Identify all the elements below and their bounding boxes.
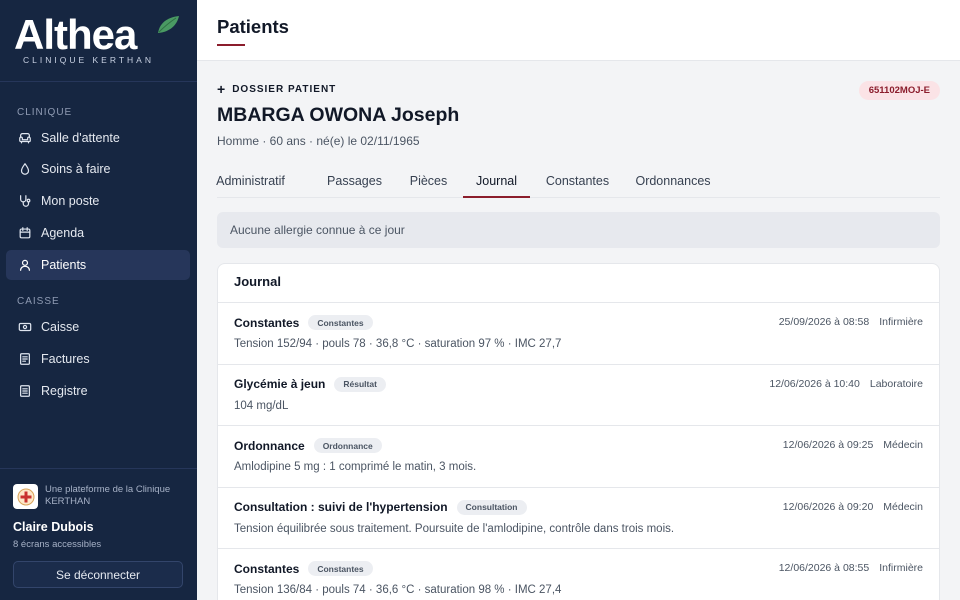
dossier-label-text: DOSSIER PATIENT — [232, 83, 337, 95]
journal-entry[interactable]: Ordonnance Ordonnance 12/06/2026 à 09:25 M… — [218, 426, 939, 488]
entry-date: 12/06/2026 à 09:20 — [782, 500, 874, 513]
title-underline — [217, 44, 245, 46]
tab-constantes[interactable]: Constantes — [542, 167, 613, 198]
entry-date: 25/09/2026 à 08:58 — [778, 316, 870, 328]
user-name: Claire Dubois — [13, 520, 94, 534]
armchair-icon — [19, 133, 31, 144]
tab-ordonnances[interactable]: Ordonnances — [633, 167, 713, 198]
allergy-banner: Aucune allergie connue à ce jour — [217, 212, 940, 248]
sidebar-item-label: Patients — [41, 258, 87, 272]
logout-button[interactable]: Se déconnecter — [13, 561, 183, 588]
sidebar: Althea CLINIQUE KERTHAN CLINIQUE Salle d… — [0, 0, 197, 600]
entry-title: Constantes — [234, 315, 300, 330]
leaf-icon — [158, 16, 179, 33]
stethoscope-icon — [20, 195, 31, 207]
sidebar-item-salle-attente[interactable]: Salle d'attente — [6, 123, 190, 153]
entry-title: Constantes — [234, 561, 300, 576]
receipt-icon — [20, 353, 30, 365]
entry-role: Médecin — [883, 439, 923, 451]
section-label-caisse: CAISSE — [17, 296, 60, 307]
sidebar-item-label: Registre — [41, 384, 88, 398]
calendar-icon — [19, 227, 31, 239]
sidebar-item-patients[interactable]: Patients — [6, 250, 190, 280]
page-title: Patients — [217, 16, 289, 37]
entry-title: Ordonnance — [234, 438, 305, 453]
journal-panel: Journal Constantes Constantes 25/09/2026 … — [217, 263, 940, 600]
platform-text: Une plateforme de la Clinique KERTHAN — [45, 484, 171, 507]
entry-text: 104 mg/dL — [234, 399, 289, 412]
banknote-icon — [18, 322, 32, 332]
entry-role: Laboratoire — [869, 377, 923, 390]
tab-administratif[interactable]: Administratif — [216, 167, 285, 198]
entry-badge: Consultation — [456, 499, 527, 515]
sidebar-item-agenda[interactable]: Agenda — [6, 218, 190, 248]
user-icon — [20, 259, 30, 271]
dossier-label: + DOSSIER PATIENT — [217, 81, 336, 97]
sidebar-item-label: Caisse — [41, 320, 80, 334]
entry-text: Tension 152/94 · pouls 78 · 36,8 °C · sa… — [234, 338, 562, 350]
tab-passages[interactable]: Passages — [317, 167, 392, 198]
patient-meta: Homme · 60 ans · né(e) le 02/11/1965 — [217, 134, 420, 148]
sidebar-item-soins[interactable]: Soins à faire — [6, 154, 190, 184]
journal-title: Journal — [234, 274, 281, 289]
entry-text: Amlodipine 5 mg : 1 comprimé le matin, 3… — [234, 461, 477, 473]
screens-count: 8 écrans accessibles — [13, 539, 102, 550]
sidebar-item-label: Agenda — [41, 226, 85, 240]
brand-logo[interactable]: Althea CLINIQUE KERTHAN — [0, 0, 197, 82]
sidebar-item-registre[interactable]: Registre — [6, 376, 190, 406]
patient-name: MBARGA OWONA Joseph — [217, 104, 460, 126]
brand-subtitle: CLINIQUE KERTHAN — [23, 55, 154, 65]
sidebar-footer: Une plateforme de la Clinique KERTHAN Cl… — [0, 468, 197, 600]
sidebar-item-mon-poste[interactable]: Mon poste — [6, 186, 190, 216]
entry-badge: Ordonnance — [313, 438, 382, 453]
entry-date: 12/06/2026 à 10:40 — [769, 377, 860, 390]
top-header: Patients — [197, 0, 960, 61]
patient-id-badge: 651102MOJ-E — [858, 81, 940, 100]
entry-title: Consultation : suivi de l'hypertension — [234, 500, 448, 514]
section-label-clinique: CLINIQUE — [17, 107, 73, 118]
sidebar-item-factures[interactable]: Factures — [6, 344, 190, 374]
entry-badge: Constantes — [308, 315, 373, 330]
journal-entry[interactable]: Glycémie à jeun Résultat 12/06/2026 à 10:… — [218, 365, 939, 426]
entry-badge: Constantes — [308, 561, 373, 576]
sidebar-item-label: Factures — [41, 352, 90, 366]
sidebar-item-label: Soins à faire — [41, 162, 111, 176]
patient-tabs: Administratif Passages Pièces Journal Co… — [216, 167, 940, 198]
entry-title: Glycémie à jeun — [234, 377, 326, 391]
entry-role: Infirmière — [879, 562, 923, 574]
journal-entry[interactable]: Constantes Constantes 12/06/2026 à 08:55 I… — [218, 549, 939, 600]
journal-entry[interactable]: Constantes Constantes 25/09/2026 à 08:58 I… — [218, 303, 939, 365]
plus-icon: + — [217, 81, 227, 97]
droplet-icon — [20, 163, 30, 175]
entry-text: Tension équilibrée sous traitement. Pour… — [234, 522, 675, 535]
entry-role: Médecin — [883, 500, 923, 513]
entry-role: Infirmière — [879, 316, 923, 328]
main-content: + DOSSIER PATIENT 651102MOJ-E MBARGA OWO… — [197, 61, 960, 600]
ledger-icon — [20, 385, 30, 397]
entry-text: Tension 136/84 · pouls 74 · 36,6 °C · sa… — [234, 584, 562, 596]
sidebar-item-label: Salle d'attente — [41, 131, 120, 145]
sidebar-item-caisse[interactable]: Caisse — [6, 312, 190, 342]
brand-name: Althea — [14, 11, 137, 58]
entry-date: 12/06/2026 à 09:25 — [782, 439, 874, 451]
clinic-cross-icon — [17, 488, 34, 505]
sidebar-item-label: Mon poste — [41, 194, 100, 208]
entry-date: 12/06/2026 à 08:55 — [778, 562, 870, 574]
tab-pieces[interactable]: Pièces — [404, 167, 453, 198]
entry-badge: Résultat — [334, 376, 386, 392]
clinic-logo — [13, 484, 38, 509]
journal-entry[interactable]: Consultation : suivi de l'hypertension Co… — [218, 488, 939, 549]
tab-journal[interactable]: Journal — [463, 167, 530, 198]
